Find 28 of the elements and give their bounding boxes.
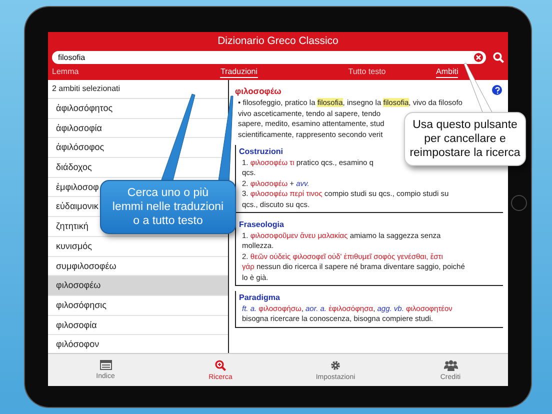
scope-tab[interactable]: Lemma [52,67,79,78]
people-icon [444,360,458,370]
search-icon[interactable] [493,52,504,63]
callout-text: Cerca uno o più lemmi nelle traduzioni o a tutto testo [100,180,236,234]
gear-icon [330,360,341,370]
list-item[interactable]: κυνισμός [56,236,92,256]
list-item[interactable]: ἀφιλοσοφία [56,118,102,138]
search-icon [215,360,226,370]
list-item[interactable]: φιλόσοφον [56,335,100,354]
help-icon[interactable] [492,85,502,95]
list-item[interactable]: συμφιλοσοφέω [56,256,116,276]
section-title: Costruzioni [239,146,283,157]
app-title: Dizionario Greco Classico [218,34,338,49]
scope-tab[interactable]: Traduzioni [220,67,258,78]
scope-tab[interactable]: Tutto testo [348,67,386,78]
index-icon [100,360,112,370]
list-item[interactable]: ἀφιλοσόφητος [56,99,113,118]
list-item[interactable]: διάδοχος [56,158,92,177]
headword: φιλοσοφέω [235,85,282,98]
section-title: Fraseologia [239,219,284,230]
scope-tab[interactable]: Ambiti [436,67,458,78]
list-item[interactable]: ζητητική [56,217,88,236]
section-title: Paradigma [239,292,280,303]
list-item[interactable]: φιλοσόφησις [56,296,106,315]
list-item[interactable]: ἐμφιλοσοφ [56,178,99,196]
list-item[interactable]: ἀφιλόσοφος [56,138,104,158]
list-item[interactable]: εὐδαιμονικ [56,197,98,216]
list-item[interactable]: φιλοσοφία [56,316,97,334]
